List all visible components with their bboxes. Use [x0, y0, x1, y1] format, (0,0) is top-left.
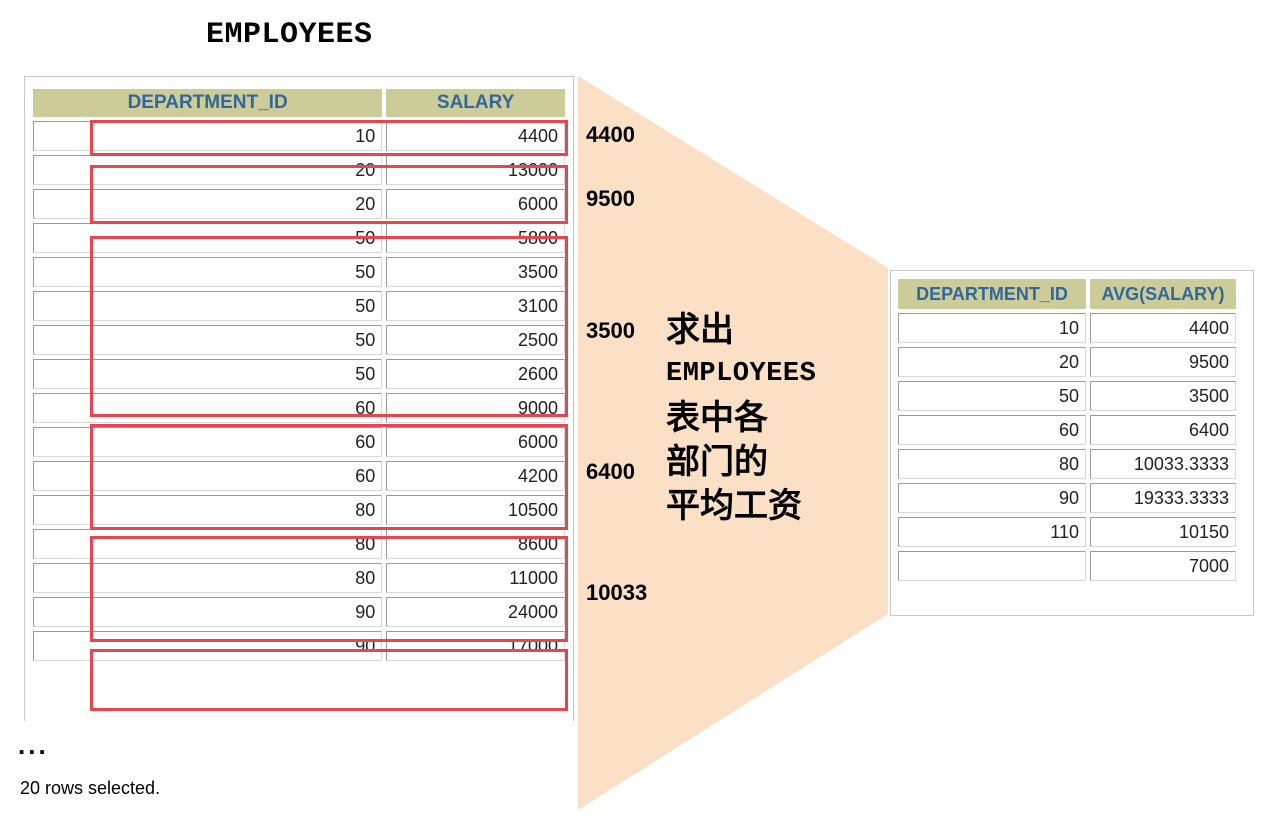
salary-cell: 6000: [386, 189, 565, 219]
department-id-cell: 80: [898, 449, 1086, 479]
avg-salary-cell: 4400: [1090, 313, 1236, 343]
table-row: 60 6000: [33, 427, 565, 457]
table-row: 7000: [898, 551, 1236, 581]
salary-cell: 2500: [386, 325, 565, 355]
table-row: 20 13000: [33, 155, 565, 185]
table-row: 50 5800: [33, 223, 565, 253]
column-header-salary: SALARY: [386, 89, 565, 117]
department-id-cell: 50: [33, 359, 383, 389]
note-line-1: 求出: [666, 310, 734, 350]
department-id-cell: 50: [33, 223, 383, 253]
department-id-cell: 20: [898, 347, 1086, 377]
department-id-cell: 90: [33, 597, 383, 627]
table-row: 60 9000: [33, 393, 565, 423]
salary-cell: 9000: [386, 393, 565, 423]
avg-salary-cell: 7000: [1090, 551, 1236, 581]
avg-salary-cell: 10033.3333: [1090, 449, 1236, 479]
avg-salary-cell: 9500: [1090, 347, 1236, 377]
department-id-cell: 60: [33, 393, 383, 423]
column-header-avg-salary: AVG(SALARY): [1090, 279, 1236, 309]
salary-cell: 2600: [386, 359, 565, 389]
table-row: 60 6400: [898, 415, 1236, 445]
department-id-cell: 60: [33, 427, 383, 457]
avg-salary-cell: 3500: [1090, 381, 1236, 411]
salary-cell: 4200: [386, 461, 565, 491]
table-row: 90 24000: [33, 597, 565, 627]
department-id-cell: 50: [33, 257, 383, 287]
table-row: 80 10500: [33, 495, 565, 525]
page-title: EMPLOYEES: [206, 18, 373, 52]
department-id-cell: 80: [33, 529, 383, 559]
employees-table-panel: DEPARTMENT_ID SALARY 10 4400 20 13000 20 6000…: [24, 76, 574, 721]
table-row: 50 2500: [33, 325, 565, 355]
group-average-dept-20: 9500: [586, 186, 635, 211]
note-line-3: 表中各: [666, 398, 768, 438]
department-id-cell: 50: [33, 325, 383, 355]
group-average-dept-80: 10033: [586, 580, 648, 605]
avg-salary-cell: 6400: [1090, 415, 1236, 445]
salary-cell: 13000: [386, 155, 565, 185]
department-id-cell: 80: [33, 495, 383, 525]
group-average-dept-10: 4400: [586, 122, 635, 147]
table-row: 50 3100: [33, 291, 565, 321]
table-row: 50 2600: [33, 359, 565, 389]
department-id-cell: 50: [898, 381, 1086, 411]
salary-cell: 10500: [386, 495, 565, 525]
department-id-cell: [898, 551, 1086, 581]
department-id-cell: 20: [33, 189, 383, 219]
group-average-dept-50: 3500: [586, 318, 635, 343]
department-id-cell: 80: [33, 563, 383, 593]
department-id-cell: 10: [33, 121, 383, 151]
table-row: 80 10033.3333: [898, 449, 1236, 479]
table-row: 10 4400: [898, 313, 1236, 343]
department-id-cell: 50: [33, 291, 383, 321]
avg-salary-cell: 19333.3333: [1090, 483, 1236, 513]
department-id-cell: 90: [33, 631, 383, 661]
group-average-dept-60: 6400: [586, 459, 635, 484]
table-row: 90 19333.3333: [898, 483, 1236, 513]
department-id-cell: 110: [898, 517, 1086, 547]
employees-table-body: 10 4400 20 13000 20 6000 50 5800 50 3500 50 3100 50 2…: [33, 121, 565, 661]
avg-salary-result-table: DEPARTMENT_ID AVG(SALARY) 10 4400 20 9500 50…: [894, 275, 1240, 585]
department-id-cell: 60: [898, 415, 1086, 445]
table-row: 50 3500: [33, 257, 565, 287]
salary-cell: 4400: [386, 121, 565, 151]
note-line-2: EMPLOYEES: [666, 359, 817, 389]
column-header-department-id: DEPARTMENT_ID: [898, 279, 1086, 309]
department-id-cell: 20: [33, 155, 383, 185]
table-row: 80 11000: [33, 563, 565, 593]
employees-table: DEPARTMENT_ID SALARY 10 4400 20 13000 20 6000…: [29, 85, 569, 665]
department-id-cell: 90: [898, 483, 1086, 513]
note-line-5: 平均工资: [666, 486, 802, 526]
explanation-note: 求出 EMPLOYEES 表中各 部门的 平均工资: [666, 308, 816, 528]
salary-cell: 17000: [386, 631, 565, 661]
table-row: 90 17000: [33, 631, 565, 661]
note-line-4: 部门的: [666, 442, 768, 482]
table-row: 110 10150: [898, 517, 1236, 547]
table-row: 80 8600: [33, 529, 565, 559]
department-id-cell: 10: [898, 313, 1086, 343]
table-row: 60 4200: [33, 461, 565, 491]
department-id-cell: 60: [33, 461, 383, 491]
salary-cell: 6000: [386, 427, 565, 457]
salary-cell: 11000: [386, 563, 565, 593]
column-header-department-id: DEPARTMENT_ID: [33, 89, 383, 117]
table-row: 10 4400: [33, 121, 565, 151]
more-rows-ellipsis: ...: [18, 730, 49, 760]
salary-cell: 8600: [386, 529, 565, 559]
salary-cell: 5800: [386, 223, 565, 253]
table-row: 20 9500: [898, 347, 1236, 377]
avg-salary-table-body: 10 4400 20 9500 50 3500 60 6400 80 10033.3333 90 19…: [898, 313, 1236, 581]
table-row: 50 3500: [898, 381, 1236, 411]
avg-salary-cell: 10150: [1090, 517, 1236, 547]
avg-salary-result-panel: DEPARTMENT_ID AVG(SALARY) 10 4400 20 9500 50…: [890, 270, 1254, 616]
salary-cell: 24000: [386, 597, 565, 627]
salary-cell: 3500: [386, 257, 565, 287]
salary-cell: 3100: [386, 291, 565, 321]
rows-selected-status: 20 rows selected.: [20, 778, 161, 798]
table-row: 20 6000: [33, 189, 565, 219]
